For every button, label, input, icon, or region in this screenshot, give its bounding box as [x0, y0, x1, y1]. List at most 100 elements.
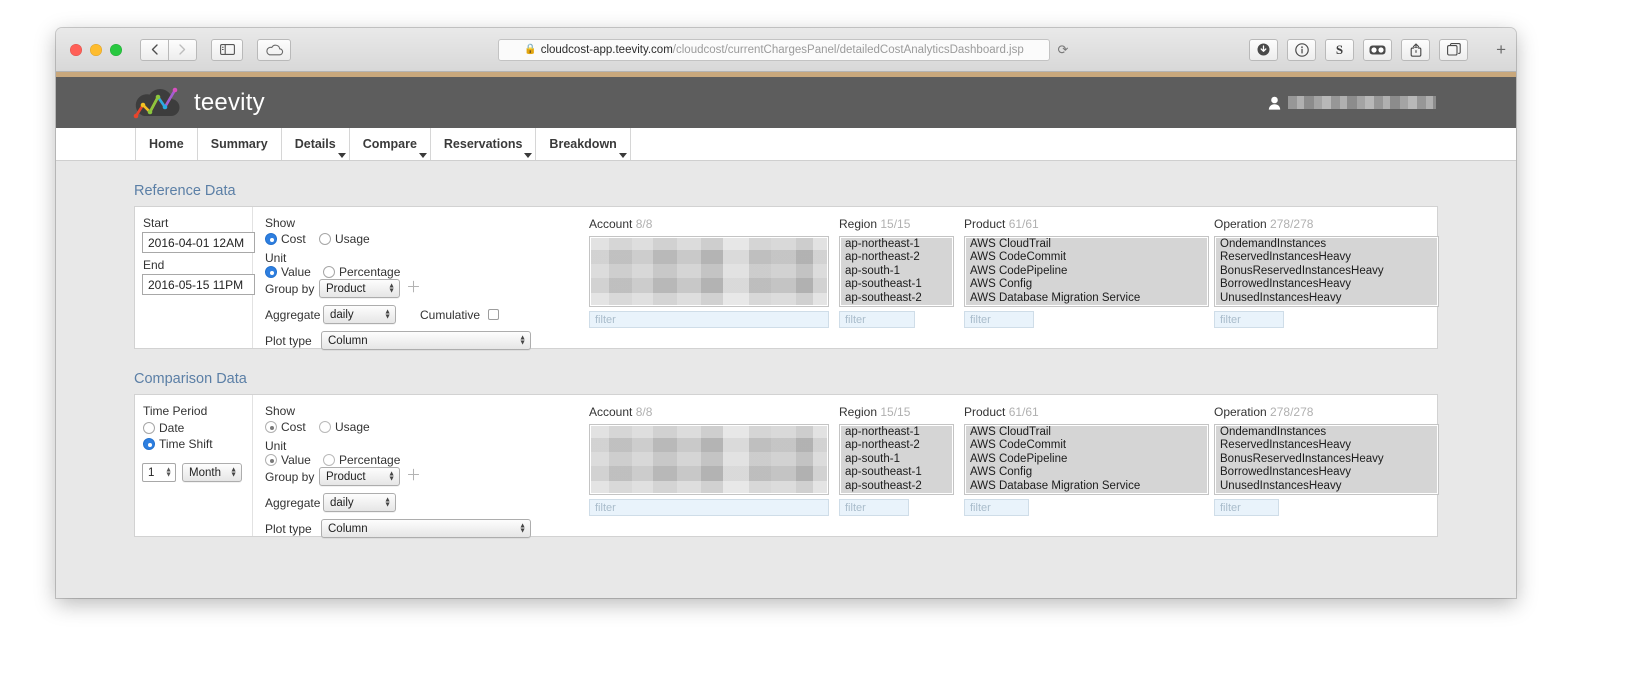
forward-chevron-icon[interactable] — [168, 38, 197, 61]
list-item[interactable]: ap-northeast-2 — [841, 439, 952, 452]
product-listbox[interactable]: AWS CloudTrail AWS CodeCommit AWS CodePi… — [964, 236, 1209, 308]
operation-filter-input[interactable]: filter — [1214, 311, 1284, 329]
sidebar-icon[interactable] — [211, 38, 243, 61]
list-item[interactable]: AWS Database Migration Service — [966, 292, 1207, 305]
show-cost-radio[interactable]: Cost — [265, 232, 306, 246]
region-filter-input[interactable]: filter — [839, 311, 915, 329]
unit-value-radio[interactable]: Value — [265, 453, 311, 467]
list-item[interactable]: ap-northeast-2 — [841, 251, 952, 264]
product-filter-input[interactable]: filter — [964, 499, 1029, 517]
operation-listbox[interactable]: OndemandInstances ReservedInstancesHeavy… — [1214, 424, 1439, 496]
unit-percentage-radio[interactable]: Percentage — [323, 453, 400, 467]
list-item[interactable]: AWS CodeCommit — [966, 439, 1207, 452]
plottype-select[interactable]: Column ▲ ▼ — [321, 331, 531, 350]
nav-tab-details[interactable]: Details — [280, 128, 349, 160]
close-window-button[interactable] — [70, 43, 82, 56]
list-item[interactable]: ReservedInstancesHeavy — [1216, 251, 1437, 264]
list-item[interactable]: AWS CodeCommit — [966, 251, 1207, 264]
show-usage-radio[interactable]: Usage — [319, 232, 370, 246]
list-item[interactable]: OndemandInstances — [1216, 238, 1437, 251]
region-filter-input[interactable]: filter — [839, 499, 909, 517]
list-item[interactable]: UnusedInstancesHeavy — [1216, 292, 1437, 305]
list-item[interactable]: ap-northeast-1 — [841, 238, 952, 251]
list-item[interactable]: UnusedInstancesHeavy — [1216, 480, 1437, 493]
list-item[interactable]: AWS CodePipeline — [966, 453, 1207, 466]
selector-count: 61/61 — [1008, 405, 1039, 419]
nav-tab-summary[interactable]: Summary — [196, 128, 281, 160]
product-listbox[interactable]: AWS CloudTrail AWS CodeCommit AWS CodePi… — [964, 424, 1209, 496]
region-listbox[interactable]: ap-northeast-1 ap-northeast-2 ap-south-1… — [839, 236, 954, 308]
list-item[interactable]: AWS Database Migration Service — [966, 480, 1207, 493]
list-item[interactable]: AWS Config — [966, 466, 1207, 479]
back-chevron-icon[interactable] — [140, 38, 169, 61]
list-item[interactable]: ap-southeast-2 — [841, 480, 952, 493]
list-item[interactable]: ReservedInstancesHeavy — [1216, 439, 1437, 452]
nav-tab-home[interactable]: Home — [135, 128, 197, 160]
share-icon[interactable] — [1401, 38, 1430, 61]
account-filter-input[interactable]: filter — [589, 311, 829, 328]
end-date-input[interactable]: 2016-05-15 11PM — [142, 274, 255, 295]
icloud-icon[interactable] — [257, 38, 291, 61]
groupby-label: Group by — [265, 470, 315, 484]
address-bar[interactable]: 🔒 cloudcost-app.teevity.com/cloudcost/cu… — [498, 38, 1050, 61]
account-listbox[interactable] — [589, 424, 829, 495]
list-item[interactable]: ap-northeast-1 — [841, 426, 952, 439]
timeperiod-timeshift-radio[interactable]: Time Shift — [143, 437, 213, 451]
show-usage-radio[interactable]: Usage — [319, 420, 370, 434]
brand-logo[interactable]: teevity — [130, 85, 265, 121]
start-date-input[interactable]: 2016-04-01 12AM — [142, 232, 255, 253]
list-item[interactable]: BorrowedInstancesHeavy — [1216, 466, 1437, 479]
cumulative-checkbox[interactable] — [488, 309, 499, 320]
selector-name: Product — [964, 405, 1006, 419]
tabs-overview-icon[interactable] — [1439, 38, 1468, 61]
list-item[interactable]: ap-southeast-1 — [841, 278, 952, 291]
list-item[interactable]: ap-southeast-1 — [841, 466, 952, 479]
list-item[interactable]: AWS CloudTrail — [966, 426, 1207, 439]
list-item[interactable]: ap-south-1 — [841, 453, 952, 466]
list-item[interactable]: ap-southeast-2 — [841, 292, 952, 305]
list-item[interactable]: ap-south-1 — [841, 265, 952, 278]
plottype-select[interactable]: Column ▲ ▼ — [321, 519, 531, 538]
s-extension-icon[interactable]: S — [1325, 38, 1354, 61]
nav-tab-compare[interactable]: Compare — [348, 128, 430, 160]
list-item[interactable]: BonusReservedInstancesHeavy — [1216, 453, 1437, 466]
timeperiod-date-radio[interactable]: Date — [143, 421, 184, 435]
list-item[interactable]: AWS CodePipeline — [966, 265, 1207, 278]
operation-listbox[interactable]: OndemandInstances ReservedInstancesHeavy… — [1214, 236, 1439, 308]
aggregate-select[interactable]: daily ▲ ▼ — [323, 493, 396, 512]
aggregate-select[interactable]: daily ▲ ▼ — [323, 305, 396, 324]
new-tab-button[interactable]: + — [1496, 40, 1506, 60]
list-item[interactable]: AWS Config — [966, 278, 1207, 291]
nav-tab-breakdown[interactable]: Breakdown — [535, 128, 631, 160]
show-cost-radio[interactable]: Cost — [265, 420, 306, 434]
maximize-window-button[interactable] — [110, 43, 122, 56]
radio-indicator — [265, 233, 277, 245]
unit-percentage-radio[interactable]: Percentage — [323, 265, 400, 279]
region-listbox[interactable]: ap-northeast-1 ap-northeast-2 ap-south-1… — [839, 424, 954, 496]
account-filter-input[interactable]: filter — [589, 499, 829, 516]
list-item[interactable]: AWS CloudTrail — [966, 238, 1207, 251]
reload-icon[interactable]: ⟳ — [1052, 42, 1074, 58]
account-listbox[interactable] — [589, 236, 829, 307]
downloads-icon[interactable] — [1249, 38, 1278, 61]
product-filter-input[interactable]: filter — [964, 311, 1034, 329]
groupby-select[interactable]: Product ▲ ▼ — [319, 279, 400, 298]
minimize-window-button[interactable] — [90, 43, 102, 56]
info-icon[interactable] — [1287, 38, 1316, 61]
list-item[interactable]: BonusReservedInstancesHeavy — [1216, 265, 1437, 278]
selector-count: 61/61 — [1008, 217, 1039, 231]
nav-tab-reservations[interactable]: Reservations — [429, 128, 536, 160]
list-item[interactable]: OndemandInstances — [1216, 426, 1437, 439]
unit-value-radio[interactable]: Value — [265, 265, 311, 279]
selector-title: Account 8/8 — [589, 405, 829, 419]
groupby-select[interactable]: Product ▲ ▼ — [319, 467, 400, 486]
add-groupby-icon[interactable]: ＋ — [406, 468, 421, 483]
list-item[interactable]: BorrowedInstancesHeavy — [1216, 278, 1437, 291]
reader-icon[interactable] — [1363, 38, 1392, 61]
add-groupby-icon[interactable]: ＋ — [406, 280, 421, 295]
user-account[interactable] — [1268, 96, 1436, 110]
operation-filter-input[interactable]: filter — [1214, 499, 1279, 517]
timeshift-amount-stepper[interactable]: 1 ▲ ▼ — [142, 463, 176, 482]
radio-indicator — [323, 266, 335, 278]
timeshift-unit-select[interactable]: Month ▲ ▼ — [182, 463, 242, 482]
